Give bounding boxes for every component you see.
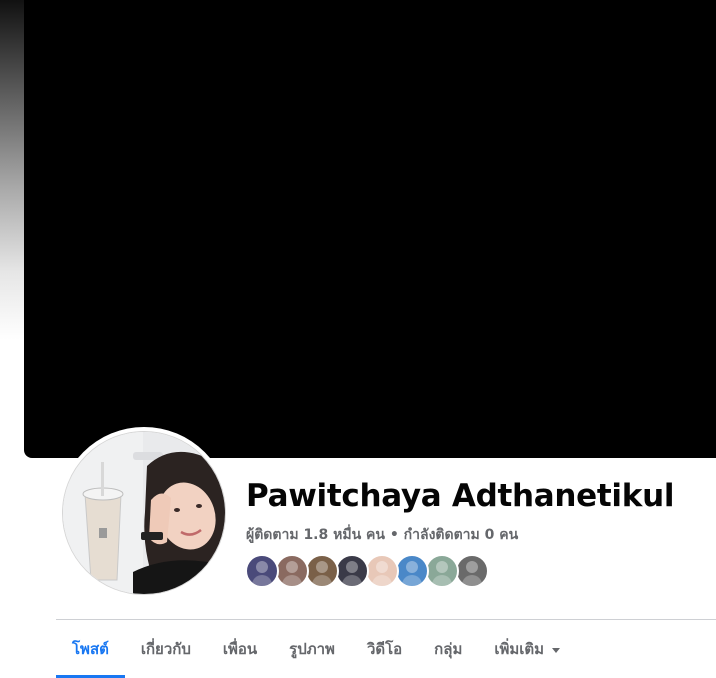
follow-stats[interactable]: ผู้ติดตาม 1.8 หมื่น คน • กำลังติดตาม 0 ค… bbox=[246, 524, 518, 546]
friend-avatar-body bbox=[432, 575, 452, 586]
friend-avatar-silhouette bbox=[406, 561, 418, 573]
friend-avatar-body bbox=[462, 575, 482, 586]
cover-photo[interactable] bbox=[24, 0, 716, 458]
tab-groups[interactable]: กลุ่ม bbox=[418, 620, 478, 678]
friend-avatar-body bbox=[372, 575, 392, 586]
profile-photo-image bbox=[63, 432, 225, 594]
friend-avatar[interactable] bbox=[335, 554, 369, 588]
left-edge-shadow bbox=[0, 0, 24, 340]
tab-label: รูปภาพ bbox=[289, 640, 335, 658]
friend-avatar[interactable] bbox=[365, 554, 399, 588]
friend-avatar-body bbox=[282, 575, 302, 586]
friend-avatar[interactable] bbox=[395, 554, 429, 588]
friend-avatar-silhouette bbox=[316, 561, 328, 573]
tab-photos[interactable]: รูปภาพ bbox=[273, 620, 351, 678]
tab-label: เพิ่มเติม bbox=[494, 640, 545, 658]
friend-avatar[interactable] bbox=[245, 554, 279, 588]
friend-avatar-silhouette bbox=[346, 561, 358, 573]
friend-avatar-silhouette bbox=[256, 561, 268, 573]
friends-avatar-row bbox=[245, 554, 489, 588]
tab-about[interactable]: เกี่ยวกับ bbox=[125, 620, 207, 678]
profile-tabs: โพสต์ เกี่ยวกับ เพื่อน รูปภาพ วิดีโอ กลุ่ม เพิ… bbox=[56, 620, 576, 678]
friend-avatar-body bbox=[402, 575, 422, 586]
tab-label: โพสต์ bbox=[72, 640, 109, 658]
tab-posts[interactable]: โพสต์ bbox=[56, 620, 125, 678]
friend-avatar[interactable] bbox=[455, 554, 489, 588]
friend-avatar-body bbox=[312, 575, 332, 586]
tab-videos[interactable]: วิดีโอ bbox=[351, 620, 418, 678]
chevron-down-icon bbox=[552, 647, 561, 653]
friend-avatar-silhouette bbox=[286, 561, 298, 573]
tab-label: เพื่อน bbox=[222, 640, 258, 658]
friend-avatar-silhouette bbox=[376, 561, 388, 573]
friend-avatar-silhouette bbox=[436, 561, 448, 573]
profile-picture-ring bbox=[58, 427, 230, 599]
friend-avatar-body bbox=[342, 575, 362, 586]
friend-avatar-body bbox=[252, 575, 272, 586]
tab-more[interactable]: เพิ่มเติม bbox=[478, 620, 576, 678]
friend-avatar[interactable] bbox=[305, 554, 339, 588]
tab-label: กลุ่ม bbox=[434, 640, 463, 658]
tab-friends[interactable]: เพื่อน bbox=[207, 620, 273, 678]
profile-page: Pawitchaya Adthanetikul ผู้ติดตาม 1.8 หม… bbox=[0, 0, 716, 678]
profile-name: Pawitchaya Adthanetikul bbox=[246, 478, 675, 514]
tab-label: วิดีโอ bbox=[366, 640, 403, 658]
tab-label: เกี่ยวกับ bbox=[140, 640, 191, 658]
friend-avatar[interactable] bbox=[275, 554, 309, 588]
profile-picture[interactable] bbox=[62, 431, 226, 595]
friend-avatar[interactable] bbox=[425, 554, 459, 588]
friend-avatar-silhouette bbox=[466, 561, 478, 573]
